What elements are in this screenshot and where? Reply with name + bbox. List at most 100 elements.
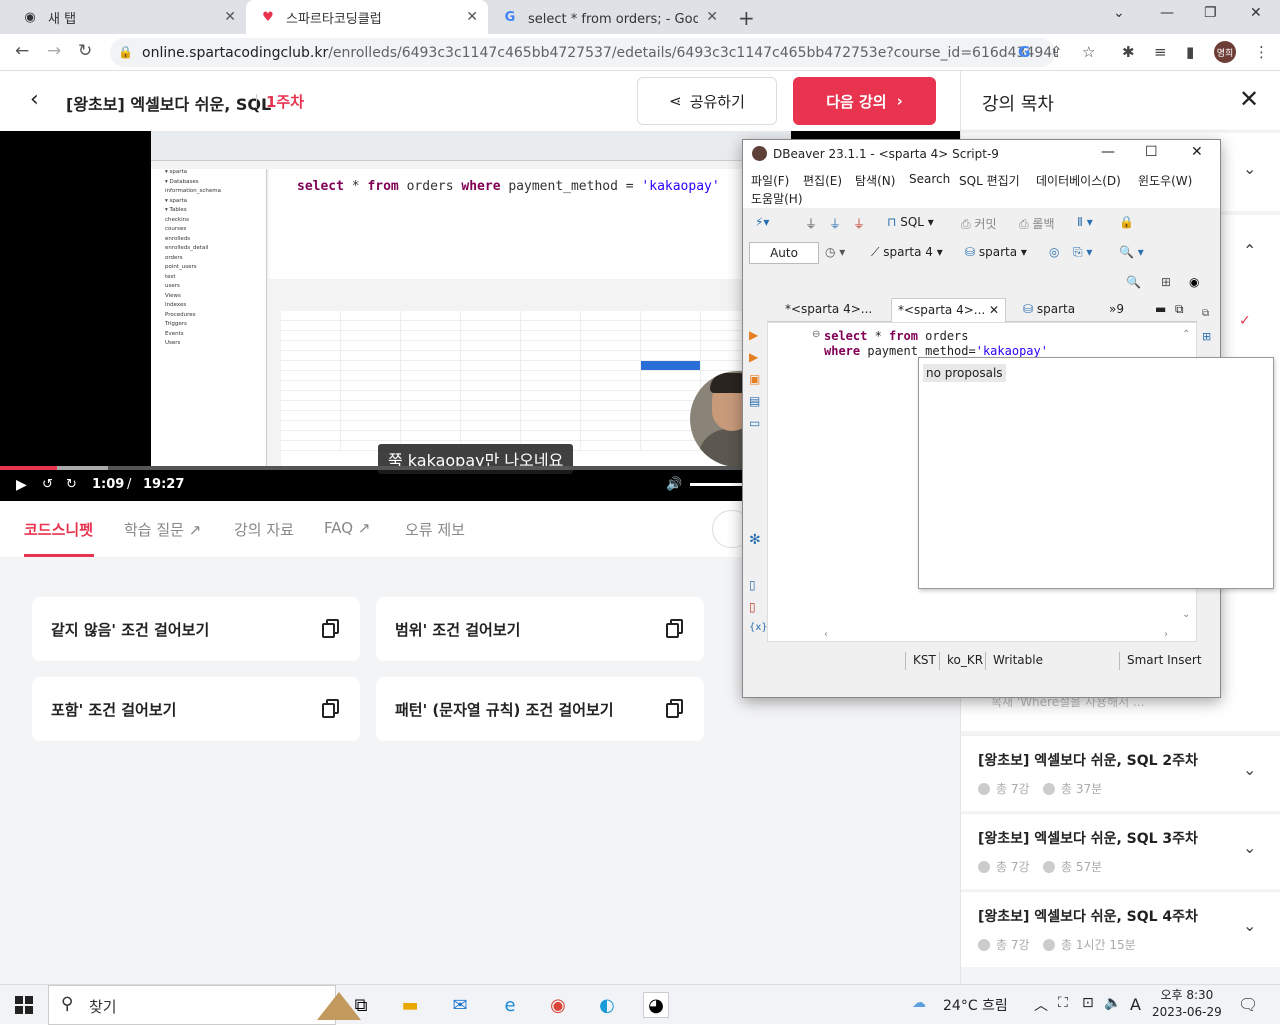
scroll-right-icon[interactable]: › [1164, 629, 1168, 640]
menu-sql-editor[interactable]: SQL 편집기 [959, 172, 1020, 189]
tab-faq[interactable]: FAQ ↗ [324, 519, 370, 537]
close-icon[interactable]: ✕ [224, 9, 236, 25]
menu-help[interactable]: 도움말(H) [751, 190, 803, 207]
next-lecture-button[interactable]: 다음 강의 › [793, 77, 936, 125]
menu-file[interactable]: 파일(F) [751, 172, 789, 189]
snippet-card[interactable]: 포함' 조건 걸어보기 [32, 677, 360, 741]
system-clock[interactable]: 오후 8:30 2023-06-29 [1152, 987, 1222, 1021]
task-view-icon[interactable]: ⧉ [348, 992, 374, 1018]
maximize-icon[interactable]: ⧉ [1175, 302, 1184, 317]
network-icon[interactable]: ⊡ [1082, 995, 1094, 1011]
close-icon[interactable]: ✕ [989, 303, 999, 317]
close-icon[interactable]: ✕ [706, 9, 718, 25]
no-proposals-item[interactable]: no proposals [923, 364, 1006, 382]
lock-icon[interactable]: 🔒 [1119, 215, 1134, 229]
snippet-card[interactable]: 패턴' (문자열 규칙) 조건 걸어보기 [376, 677, 704, 741]
execute-icon[interactable]: ▶ [749, 328, 758, 342]
delete-script-icon[interactable]: ▯ [749, 600, 756, 614]
menu-window[interactable]: 윈도우(W) [1138, 172, 1192, 189]
toc-week-item[interactable]: [왕초보] 엑셀보다 쉬운, SQL 3주차 총 7강 총 57분 ⌄ [961, 813, 1280, 889]
editor-tab[interactable]: ⛁ sparta [1023, 302, 1075, 316]
new-tab-icon[interactable]: + [738, 6, 755, 30]
execute-file-icon[interactable]: ▣ [749, 372, 760, 386]
tab-report-error[interactable]: 오류 제보 [405, 519, 465, 540]
menu-navigate[interactable]: 탐색(N) [855, 172, 895, 189]
extensions-icon[interactable]: ✱ [1122, 43, 1135, 61]
menu-icon[interactable]: ⋮ [1254, 43, 1269, 61]
variables-icon[interactable]: {x} [749, 622, 768, 633]
play-icon[interactable]: ▶ [16, 477, 27, 493]
dbeaver-perspective-icon[interactable]: ◉ [1189, 275, 1199, 289]
back-icon[interactable]: ← [15, 41, 29, 61]
browser-tab[interactable]: G select * from orders; - Google 검 ✕ [488, 0, 728, 34]
restore-icon[interactable]: ⧉ [1202, 308, 1209, 319]
connect-icon[interactable]: ⏚ [805, 215, 817, 232]
taskbar-search[interactable]: ⚲ 찾기 [48, 985, 361, 1025]
rewind-10-icon[interactable]: ↺ [42, 477, 53, 492]
commit-button[interactable]: ⎙ 커밋 [961, 215, 997, 232]
show-hidden-icons[interactable]: ︿ [1034, 995, 1048, 1015]
database-tasks-icon[interactable]: ⎘ ▾ [1073, 245, 1092, 260]
search-icon[interactable]: 🔍 ▾ [1119, 245, 1144, 259]
browser-tab-active[interactable]: ♥ 스파르타코딩클럽 ✕ [246, 0, 488, 34]
minimize-icon[interactable]: ▬ [1155, 302, 1166, 316]
execute-script-icon[interactable]: ▶ [749, 350, 758, 364]
volume-icon[interactable]: 🔈 [1104, 995, 1121, 1011]
scroll-down-icon[interactable]: ⌄ [1182, 609, 1190, 620]
editor-tab[interactable]: *<sparta 4>... [785, 302, 872, 316]
settings-icon[interactable]: ✻ [749, 532, 761, 548]
close-icon[interactable]: ✕ [1239, 85, 1259, 113]
close-icon[interactable]: ✕ [466, 9, 478, 25]
console-icon[interactable]: ▭ [749, 416, 760, 430]
auto-commit-select[interactable]: Auto [749, 242, 819, 264]
new-script-icon[interactable]: ▯ [749, 578, 756, 592]
dbeaver-taskbar-icon[interactable]: ◕ [643, 992, 669, 1018]
sql-code[interactable]: select * from orders where payment_metho… [824, 329, 1048, 359]
fold-icon[interactable]: ⊖ [812, 329, 820, 340]
media-icon[interactable]: ≡ [1154, 43, 1167, 61]
ime-indicator[interactable]: A [1130, 995, 1141, 1014]
mail-icon[interactable]: ✉ [447, 992, 473, 1018]
reload-icon[interactable]: ↻ [78, 41, 92, 61]
copy-icon[interactable] [322, 619, 340, 639]
file-explorer-icon[interactable]: ▬ [397, 992, 423, 1018]
browser-tab[interactable]: ◉ 새 탭 ✕ [8, 0, 246, 34]
forward-10-icon[interactable]: ↻ [66, 477, 77, 492]
maximize-icon[interactable]: ☐ [1145, 144, 1158, 160]
address-bar[interactable]: online.spartacodingclub.kr/enrolleds/649… [110, 38, 1055, 67]
copy-icon[interactable] [322, 699, 340, 719]
close-window-icon[interactable]: ✕ [1250, 5, 1262, 21]
rollback-button[interactable]: ⎙ 롤백 [1019, 215, 1055, 232]
side-panel-icon[interactable]: ▮ [1186, 43, 1194, 61]
close-icon[interactable]: ✕ [1191, 144, 1203, 160]
lock-icon[interactable]: 🔒 [118, 45, 133, 59]
back-arrow-icon[interactable]: ‹ [30, 87, 39, 112]
profile-avatar[interactable]: 명희 [1214, 41, 1236, 63]
tab-materials[interactable]: 강의 자료 [234, 519, 294, 540]
scroll-up-icon[interactable]: ⌃ [1182, 329, 1190, 340]
outline-icon[interactable]: ⊞ [1202, 330, 1211, 343]
history-icon[interactable]: ◷ ▾ [825, 245, 845, 259]
tab-search-icon[interactable]: ⌄ [1113, 5, 1125, 21]
bookmark-star-icon[interactable]: ☆ [1082, 43, 1095, 61]
toc-week-item[interactable]: [왕초보] 엑셀보다 쉬운, SQL 4주차 총 7강 총 1시간 15분 ⌄ [961, 891, 1280, 967]
minimize-icon[interactable]: — [1101, 144, 1115, 160]
more-tabs[interactable]: »9 [1109, 302, 1124, 316]
forward-icon[interactable]: → [47, 41, 61, 61]
minimize-icon[interactable]: — [1160, 5, 1174, 21]
volume-icon[interactable]: 🔊 [666, 477, 682, 492]
tab-code-snippets[interactable]: 코드스니펫 [24, 519, 93, 540]
editor-tab-active[interactable]: *<sparta 4>... ✕ [891, 298, 1007, 322]
edge-icon[interactable]: ◐ [594, 992, 620, 1018]
copy-icon[interactable] [666, 699, 684, 719]
active-schema-select[interactable]: ⛁ sparta ▾ [965, 245, 1027, 259]
dashboard-icon[interactable]: ◎ [1049, 245, 1059, 259]
windows-start-icon[interactable] [15, 996, 33, 1014]
battery-icon[interactable]: ⛶ [1058, 995, 1068, 1011]
open-perspective-icon[interactable]: ⊞ [1161, 275, 1171, 289]
volume-slider[interactable] [690, 483, 742, 486]
copy-icon[interactable] [666, 619, 684, 639]
notifications-icon[interactable]: 🗨 [1238, 995, 1258, 1014]
transaction-mode-icon[interactable]: Ⅱ ▾ [1077, 215, 1093, 229]
snippet-card[interactable]: 같지 않음' 조건 걸어보기 [32, 597, 360, 661]
